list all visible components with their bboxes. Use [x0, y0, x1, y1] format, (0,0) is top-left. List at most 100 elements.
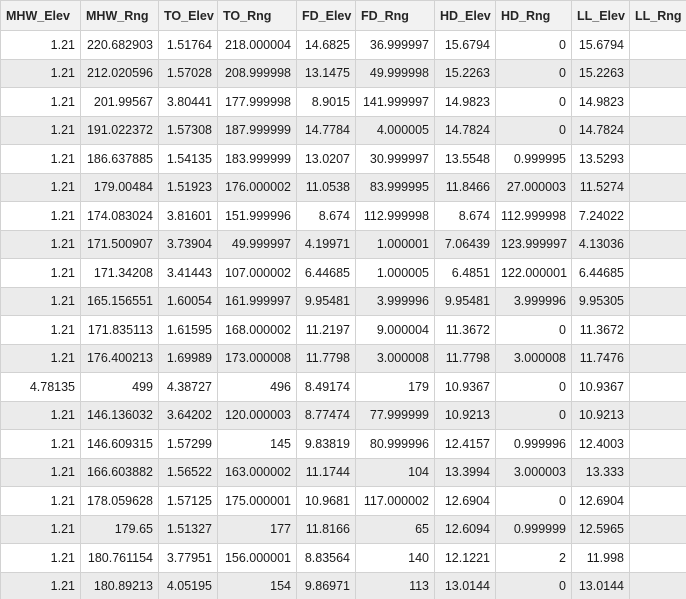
table-cell[interactable]: 112.999998: [495, 201, 572, 231]
table-cell[interactable]: 0: [629, 457, 686, 487]
table-cell[interactable]: 0: [495, 400, 572, 430]
table-cell[interactable]: 3.81601: [158, 201, 218, 231]
table-cell[interactable]: 12.6904: [434, 486, 496, 516]
column-header-fd-rng[interactable]: FD_Rng: [355, 0, 435, 31]
table-cell[interactable]: 11.3672: [571, 315, 630, 345]
table-row[interactable]: 1.21 178.059628 1.57125 175.000001 10.9681 11…: [0, 486, 686, 516]
table-cell[interactable]: 107.000002: [217, 258, 297, 288]
table-cell[interactable]: 168.000002: [217, 315, 297, 345]
table-cell[interactable]: 212.020596: [80, 58, 159, 88]
table-cell[interactable]: 14.9823: [434, 87, 496, 117]
table-cell[interactable]: 0: [629, 144, 686, 174]
table-cell[interactable]: 4.05195: [158, 571, 218, 599]
table-cell[interactable]: 163.000002: [217, 457, 297, 487]
table-cell[interactable]: 80.999996: [355, 429, 435, 459]
table-cell[interactable]: 1.000001: [355, 229, 435, 259]
table-cell[interactable]: 13.5548: [434, 144, 496, 174]
table-cell[interactable]: 10.9681: [296, 486, 356, 516]
table-cell[interactable]: 1.56522: [158, 457, 218, 487]
table-cell[interactable]: 11.8466: [434, 172, 496, 202]
table-cell[interactable]: 177: [217, 514, 297, 544]
table-cell[interactable]: 1.21: [0, 343, 81, 373]
table-row[interactable]: 1.21 174.083024 3.81601 151.999996 8.674 112.…: [0, 201, 686, 231]
table-cell[interactable]: 123.999997: [495, 229, 572, 259]
table-cell[interactable]: 3.73904: [158, 229, 218, 259]
table-cell[interactable]: 1.51923: [158, 172, 218, 202]
table-cell[interactable]: 175.000001: [217, 486, 297, 516]
table-cell[interactable]: 12.4157: [434, 429, 496, 459]
table-cell[interactable]: 0: [629, 258, 686, 288]
table-cell[interactable]: 176.000002: [217, 172, 297, 202]
table-cell[interactable]: 171.34208: [80, 258, 159, 288]
table-cell[interactable]: 4.78135: [0, 372, 81, 402]
table-cell[interactable]: 1.21: [0, 172, 81, 202]
table-cell[interactable]: 0: [629, 58, 686, 88]
table-cell[interactable]: 173.000008: [217, 343, 297, 373]
column-header-mhw-rng[interactable]: MHW_Rng: [80, 0, 159, 31]
table-cell[interactable]: 13.333: [571, 457, 630, 487]
table-cell[interactable]: 13.5293: [571, 144, 630, 174]
table-cell[interactable]: 0.999995: [495, 144, 572, 174]
table-cell[interactable]: 10.9213: [571, 400, 630, 430]
table-cell[interactable]: 1.21: [0, 229, 81, 259]
table-cell[interactable]: 1.21: [0, 258, 81, 288]
table-cell[interactable]: 1.69989: [158, 343, 218, 373]
table-cell[interactable]: 161.999997: [217, 286, 297, 316]
table-cell[interactable]: 8.674: [434, 201, 496, 231]
table-cell[interactable]: 165.156551: [80, 286, 159, 316]
table-cell[interactable]: 11.3672: [434, 315, 496, 345]
table-cell[interactable]: 12.5965: [571, 514, 630, 544]
table-cell[interactable]: 122.000001: [495, 258, 572, 288]
table-cell[interactable]: 218.000004: [217, 30, 297, 60]
column-header-ll-elev[interactable]: LL_Elev: [571, 0, 630, 31]
table-cell[interactable]: 112.999998: [355, 201, 435, 231]
table-cell[interactable]: 496: [217, 372, 297, 402]
table-cell[interactable]: 13.1475: [296, 58, 356, 88]
table-cell[interactable]: 8.77474: [296, 400, 356, 430]
table-cell[interactable]: 3.80441: [158, 87, 218, 117]
table-cell[interactable]: 120.000003: [217, 400, 297, 430]
table-cell[interactable]: 8.49174: [296, 372, 356, 402]
table-cell[interactable]: 0: [495, 486, 572, 516]
table-cell[interactable]: 10.9367: [434, 372, 496, 402]
table-cell[interactable]: 180.89213: [80, 571, 159, 599]
table-cell[interactable]: 0: [629, 486, 686, 516]
table-cell[interactable]: 1.21: [0, 30, 81, 60]
table-cell[interactable]: 11.7798: [296, 343, 356, 373]
table-cell[interactable]: 3.000003: [495, 457, 572, 487]
table-row[interactable]: 1.21 180.761154 3.77951 156.000001 8.83564 14…: [0, 543, 686, 573]
table-row[interactable]: 1.21 171.835113 1.61595 168.000002 11.2197 9.…: [0, 315, 686, 345]
table-cell[interactable]: 4.38727: [158, 372, 218, 402]
table-cell[interactable]: 140: [355, 543, 435, 573]
table-cell[interactable]: 13.3994: [434, 457, 496, 487]
table-cell[interactable]: 1.21: [0, 286, 81, 316]
table-cell[interactable]: 1.57308: [158, 115, 218, 145]
table-cell[interactable]: 1.21: [0, 429, 81, 459]
table-cell[interactable]: 4.13036: [571, 229, 630, 259]
table-cell[interactable]: 0: [629, 315, 686, 345]
table-cell[interactable]: 208.999998: [217, 58, 297, 88]
table-cell[interactable]: 0: [495, 58, 572, 88]
table-cell[interactable]: 1.21: [0, 115, 81, 145]
table-cell[interactable]: 151.999996: [217, 201, 297, 231]
table-row[interactable]: 1.21 171.34208 3.41443 107.000002 6.44685 1.0…: [0, 258, 686, 288]
table-cell[interactable]: 146.136032: [80, 400, 159, 430]
table-cell[interactable]: 65: [355, 514, 435, 544]
table-cell[interactable]: 8.83564: [296, 543, 356, 573]
table-cell[interactable]: 0: [629, 429, 686, 459]
table-cell[interactable]: 0: [495, 115, 572, 145]
table-cell[interactable]: 3.77951: [158, 543, 218, 573]
table-cell[interactable]: 1.57125: [158, 486, 218, 516]
table-cell[interactable]: 12.6094: [434, 514, 496, 544]
table-cell[interactable]: 0: [495, 87, 572, 117]
table-cell[interactable]: 1.54135: [158, 144, 218, 174]
table-row[interactable]: 4.78135 499 4.38727 496 8.49174 179 10.9367 0 10…: [0, 372, 686, 402]
table-cell[interactable]: 0: [629, 30, 686, 60]
table-cell[interactable]: 0: [495, 372, 572, 402]
table-cell[interactable]: 13.0207: [296, 144, 356, 174]
table-cell[interactable]: 8.674: [296, 201, 356, 231]
table-cell[interactable]: 1.57299: [158, 429, 218, 459]
table-cell[interactable]: 1.60054: [158, 286, 218, 316]
table-cell[interactable]: 179.65: [80, 514, 159, 544]
table-cell[interactable]: 9.000004: [355, 315, 435, 345]
